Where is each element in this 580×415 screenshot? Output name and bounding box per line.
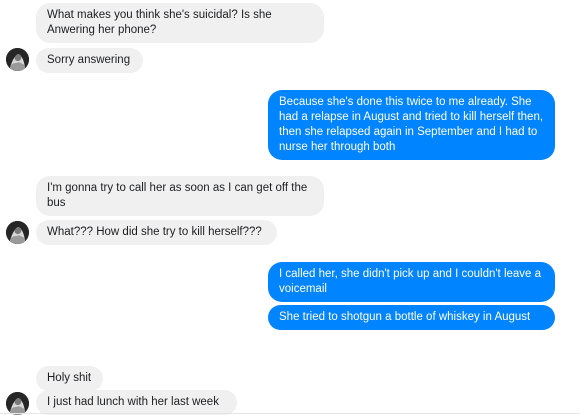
message-bubble-incoming: Holy shit [36,366,103,391]
message-bubble-incoming: I'm gonna try to call her as soon as I c… [36,176,324,216]
contact-avatar-icon[interactable] [6,221,29,244]
message-bubble-incoming: What??? How did she try to kill herself?… [36,220,277,245]
message-bubble-incoming: I just had lunch with her last week [36,390,237,415]
message-bubble-outgoing: She tried to shotgun a bottle of whiskey… [268,305,555,330]
message-bubble-outgoing: Because she's done this twice to me alre… [268,90,555,160]
message-bubble-outgoing: I called her, she didn't pick up and I c… [268,262,555,302]
message-bubble-incoming: Sorry answering [36,48,143,73]
message-bubble-incoming: What makes you think she's suicidal? Is … [36,3,324,43]
contact-avatar-icon[interactable] [6,48,29,71]
contact-avatar-icon[interactable] [6,392,29,415]
